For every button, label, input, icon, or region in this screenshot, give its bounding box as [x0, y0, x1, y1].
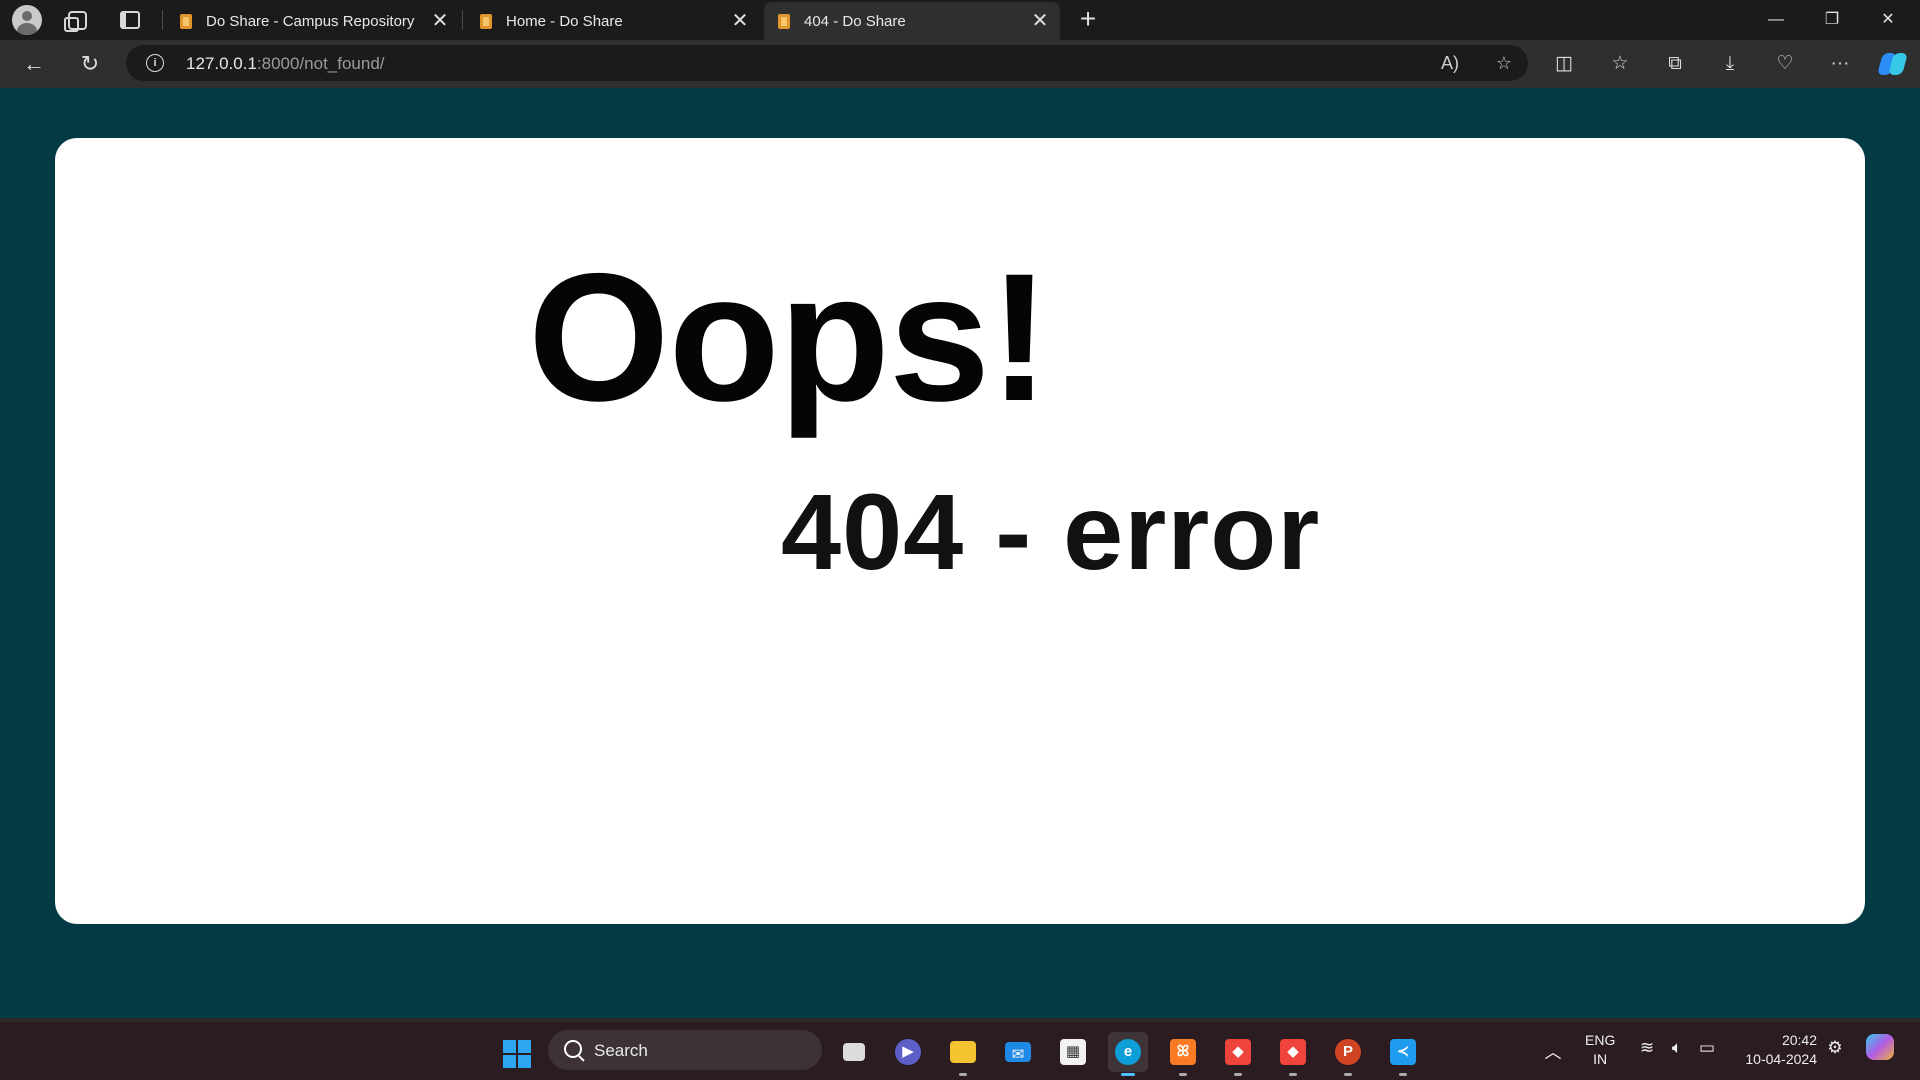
- info-icon[interactable]: i: [146, 54, 164, 72]
- url-text[interactable]: 127.0.0.1:8000/not_found/: [186, 54, 385, 74]
- tab-bar: Do Share - Campus Repository ✕ Home - Do…: [0, 0, 1920, 40]
- tab-title: 404 - Do Share: [804, 12, 906, 30]
- site-favicon-icon: [480, 13, 492, 29]
- favorites-icon[interactable]: ☆: [1602, 50, 1638, 78]
- tab-title: Home - Do Share: [506, 12, 623, 30]
- site-favicon-icon: [778, 13, 790, 29]
- workspaces-button[interactable]: [57, 4, 97, 36]
- taskbar-mail[interactable]: ✉: [998, 1032, 1038, 1072]
- close-icon[interactable]: ✕: [730, 11, 750, 31]
- tab-do-share-campus[interactable]: Do Share - Campus Repository ✕: [166, 2, 460, 40]
- vscode-icon: ≺: [1390, 1039, 1416, 1065]
- restore-button[interactable]: ❐: [1804, 0, 1860, 40]
- task-view-icon: [843, 1043, 865, 1061]
- close-icon[interactable]: ✕: [430, 11, 450, 31]
- back-arrow-icon[interactable]: ←: [18, 48, 50, 80]
- anydesk-icon: ◆: [1280, 1039, 1306, 1065]
- clock[interactable]: 20:42 10-04-2024: [1733, 1031, 1817, 1069]
- settings-gear-icon[interactable]: ⚙: [1822, 1038, 1848, 1058]
- search-icon: [564, 1040, 582, 1058]
- close-icon[interactable]: ✕: [1030, 11, 1050, 31]
- taskbar: Search ▶ ✉ ▦ e ꕤ ◆ ◆ P ≺ ︿ ENG IN ≋ 🔈︎ ▭…: [0, 1022, 1920, 1080]
- taskbar-anydesk-1[interactable]: ◆: [1218, 1032, 1258, 1076]
- address-bar[interactable]: i 127.0.0.1:8000/not_found/ A) ☆: [126, 45, 1528, 81]
- wifi-icon[interactable]: ≋: [1634, 1038, 1660, 1058]
- taskbar-store[interactable]: ▦: [1053, 1032, 1093, 1072]
- edge-icon: e: [1115, 1039, 1141, 1065]
- powerpoint-icon: P: [1335, 1039, 1361, 1065]
- vertical-tabs-icon: [120, 11, 140, 29]
- profile-avatar-icon: [12, 5, 42, 35]
- language-indicator[interactable]: ENG IN: [1585, 1031, 1615, 1069]
- collections-icon[interactable]: ⧉: [1657, 50, 1693, 78]
- store-icon: ▦: [1060, 1039, 1086, 1065]
- tab-title: Do Share - Campus Repository: [206, 12, 415, 30]
- mail-icon: ✉: [1005, 1042, 1031, 1063]
- battery-icon[interactable]: ▭: [1694, 1038, 1720, 1058]
- tab-divider: [462, 10, 463, 30]
- taskbar-meet[interactable]: ▶: [888, 1032, 928, 1072]
- copilot-icon[interactable]: [1877, 50, 1908, 78]
- browser-essentials-icon[interactable]: ♡: [1767, 50, 1803, 78]
- volume-icon[interactable]: 🔈︎: [1664, 1038, 1690, 1058]
- anydesk-icon: ◆: [1225, 1039, 1251, 1065]
- clock-date: 10-04-2024: [1745, 1051, 1817, 1067]
- downloads-icon[interactable]: ⤓: [1712, 50, 1748, 78]
- windows-start-icon[interactable]: [503, 1040, 531, 1068]
- url-host: 127.0.0.1: [186, 54, 257, 73]
- navigation-bar: ← ↻ i 127.0.0.1:8000/not_found/ A) ☆ ◫ ☆…: [0, 40, 1920, 88]
- more-options-icon[interactable]: ···: [1822, 50, 1858, 78]
- taskbar-xampp[interactable]: ꕤ: [1163, 1032, 1203, 1076]
- url-path: :8000/not_found/: [256, 54, 385, 73]
- tab-404-do-share[interactable]: 404 - Do Share ✕: [764, 2, 1060, 40]
- error-card: Oops! 404 - error: [55, 138, 1865, 924]
- copilot-tray-icon[interactable]: [1866, 1034, 1900, 1068]
- taskbar-anydesk-2[interactable]: ◆: [1273, 1032, 1313, 1076]
- chevron-up-icon[interactable]: ︿: [1540, 1038, 1566, 1063]
- vertical-tabs-button[interactable]: [110, 4, 150, 36]
- site-favicon-icon: [180, 13, 192, 29]
- workspaces-icon: [63, 10, 87, 32]
- taskbar-file-explorer[interactable]: [943, 1032, 983, 1076]
- region-code: IN: [1593, 1051, 1608, 1067]
- page-viewport: Oops! 404 - error: [5, 88, 1915, 1018]
- window-close-button[interactable]: ✕: [1860, 0, 1916, 40]
- split-screen-icon[interactable]: ◫: [1546, 50, 1582, 78]
- error-code: 404 - error: [781, 471, 1321, 592]
- taskbar-powerpoint[interactable]: P: [1328, 1032, 1368, 1076]
- profile-button[interactable]: [7, 4, 47, 36]
- task-view-button[interactable]: [834, 1032, 874, 1072]
- search-label: Search: [594, 1041, 648, 1060]
- taskbar-search[interactable]: Search: [548, 1030, 822, 1070]
- taskbar-vscode[interactable]: ≺: [1383, 1032, 1423, 1076]
- tab-home-do-share[interactable]: Home - Do Share ✕: [466, 2, 760, 40]
- xampp-icon: ꕤ: [1170, 1039, 1196, 1065]
- new-tab-button[interactable]: +: [1070, 4, 1106, 36]
- favorite-star-icon[interactable]: ☆: [1490, 51, 1518, 75]
- error-heading: Oops!: [528, 235, 1050, 439]
- clock-time: 20:42: [1781, 1032, 1817, 1048]
- taskbar-edge[interactable]: e: [1108, 1032, 1148, 1076]
- minimize-button[interactable]: —: [1748, 0, 1804, 40]
- language-code: ENG: [1585, 1032, 1616, 1048]
- meet-icon: ▶: [895, 1039, 921, 1065]
- refresh-icon[interactable]: ↻: [74, 48, 106, 80]
- tab-divider: [162, 10, 163, 30]
- folder-icon: [950, 1041, 976, 1063]
- read-aloud-icon[interactable]: A): [1436, 51, 1464, 75]
